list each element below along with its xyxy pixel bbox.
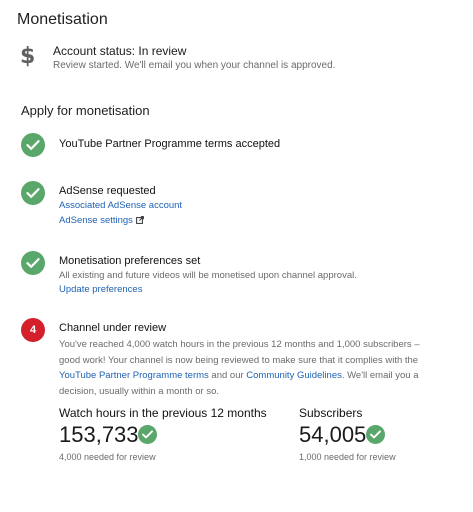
account-status-subtitle: Review started. We'll email you when you… [53,60,336,71]
step-partner-terms: YouTube Partner Programme terms accepted [21,133,461,159]
update-preferences-link[interactable]: Update preferences [59,284,142,295]
step-channel-review: 4 Channel under review You've reached 4,… [21,318,461,398]
step-title: Monetisation preferences set [59,255,201,267]
review-text-start: You've reached 4,000 watch hours in the … [59,339,420,366]
checkmark-icon [21,133,45,157]
checkmark-icon [21,251,45,275]
account-status: $ Account status: In review Review start… [20,42,460,76]
external-link-icon[interactable] [136,216,144,224]
step-adsense: AdSense requested Associated AdSense acc… [21,181,461,229]
subscribers-value: 54,005 [299,422,367,447]
review-text-middle: and our [208,370,247,381]
page-title: Monetisation [17,11,108,28]
watch-hours-metric: Watch hours in the previous 12 months 15… [59,406,267,462]
subscribers-metric: Subscribers 54,005 1,000 needed for revi… [299,406,396,462]
step-title: AdSense requested [59,185,156,197]
checkmark-icon [21,181,45,205]
watch-hours-note: 4,000 needed for review [59,452,156,462]
subscribers-label: Subscribers [299,406,363,420]
step-title: Channel under review [59,322,167,334]
subscribers-note: 1,000 needed for review [299,452,396,462]
community-guidelines-link[interactable]: Community Guidelines [246,370,342,381]
step-title: YouTube Partner Programme terms accepted [59,138,281,150]
account-status-title: Account status: In review [53,44,187,58]
watch-hours-label: Watch hours in the previous 12 months [59,406,267,420]
partner-programme-terms-link[interactable]: YouTube Partner Programme terms [59,370,209,381]
associated-adsense-account-link[interactable]: Associated AdSense account [59,200,182,211]
section-title: Apply for monetisation [21,103,150,118]
review-description: You've reached 4,000 watch hours in the … [59,337,423,399]
watch-hours-value: 153,733 [59,422,139,447]
checkmark-icon [138,425,157,444]
step-description: All existing and future videos will be m… [59,270,357,281]
step-monetisation-preferences: Monetisation preferences set All existin… [21,251,461,295]
adsense-settings-row: AdSense settings [59,215,144,226]
dollar-icon: $ [20,44,36,69]
step-number-badge: 4 [21,318,45,342]
adsense-settings-link[interactable]: AdSense settings [59,215,133,226]
checkmark-icon [366,425,385,444]
